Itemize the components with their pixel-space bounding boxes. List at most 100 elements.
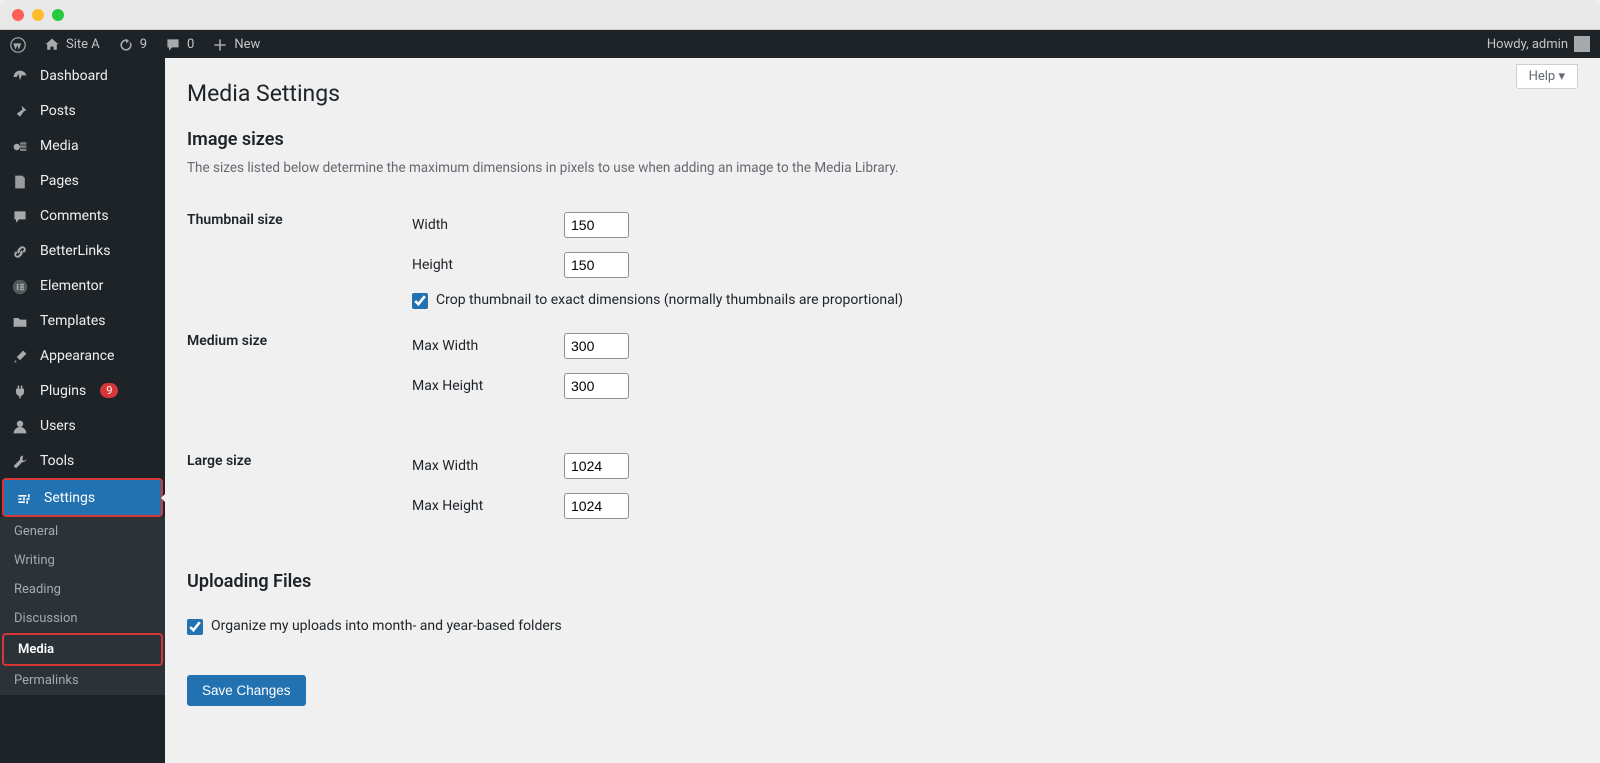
input-large-height[interactable] (564, 493, 629, 519)
group-label-thumbnail: Thumbnail size (187, 202, 412, 323)
admin-sidebar: Dashboard Posts Media Pages Comments (0, 58, 165, 763)
avatar-icon (1574, 36, 1590, 52)
input-thumb-height[interactable] (564, 252, 629, 278)
sidebar-item-posts[interactable]: Posts (0, 93, 165, 128)
input-thumb-width[interactable] (564, 212, 629, 238)
label-medium-height: Max Height (412, 378, 564, 394)
sidebar-label-appearance: Appearance (40, 348, 114, 364)
sidebar-item-elementor[interactable]: Elementor (0, 268, 165, 303)
comments-count: 0 (187, 37, 194, 52)
new-content-link[interactable]: New (212, 35, 260, 53)
link-icon (10, 241, 30, 260)
refresh-icon (118, 35, 134, 53)
image-sizes-description: The sizes listed below determine the max… (187, 160, 1578, 176)
section-image-sizes: Image sizes (187, 129, 1578, 150)
plugins-update-badge: 9 (100, 383, 118, 398)
plug-icon (10, 381, 30, 400)
brush-icon (10, 346, 30, 365)
new-label: New (234, 37, 260, 52)
submenu-item-discussion[interactable]: Discussion (0, 604, 165, 633)
label-crop-thumbnail: Crop thumbnail to exact dimensions (norm… (436, 292, 903, 308)
sidebar-label-media: Media (40, 138, 79, 154)
traffic-close-icon[interactable] (12, 9, 24, 21)
section-uploading-files: Uploading Files (187, 571, 1578, 592)
sidebar-item-media[interactable]: Media (0, 128, 165, 163)
sidebar-item-comments[interactable]: Comments (0, 198, 165, 233)
sidebar-label-users: Users (40, 418, 76, 434)
updates-link[interactable]: 9 (118, 35, 147, 53)
wordpress-icon (10, 35, 26, 53)
home-icon (44, 35, 60, 53)
user-icon (10, 416, 30, 435)
submenu-item-reading[interactable]: Reading (0, 575, 165, 604)
sidebar-label-comments: Comments (40, 208, 109, 224)
checkbox-organize-uploads[interactable] (187, 619, 203, 635)
sidebar-item-templates[interactable]: Templates (0, 303, 165, 338)
chevron-down-icon: ▾ (1558, 69, 1565, 84)
label-thumb-width: Width (412, 217, 564, 233)
help-tab[interactable]: Help ▾ (1516, 64, 1578, 89)
howdy-label: Howdy, admin (1487, 37, 1568, 52)
input-large-width[interactable] (564, 453, 629, 479)
pushpin-icon (10, 101, 30, 120)
label-organize-uploads: Organize my uploads into month- and year… (211, 618, 562, 634)
comment-icon (165, 35, 181, 53)
label-large-width: Max Width (412, 458, 564, 474)
sidebar-item-pages[interactable]: Pages (0, 163, 165, 198)
sidebar-item-appearance[interactable]: Appearance (0, 338, 165, 373)
submenu-item-general[interactable]: General (0, 517, 165, 546)
help-label: Help (1529, 69, 1556, 84)
input-medium-width[interactable] (564, 333, 629, 359)
checkbox-crop-thumbnail[interactable] (412, 293, 428, 309)
sidebar-item-tools[interactable]: Tools (0, 443, 165, 478)
sidebar-label-dashboard: Dashboard (40, 68, 108, 84)
sidebar-label-betterlinks: BetterLinks (40, 243, 110, 259)
window-chrome (0, 0, 1600, 30)
sidebar-label-settings: Settings (44, 490, 95, 506)
submenu-item-permalinks[interactable]: Permalinks (0, 666, 165, 695)
sidebar-label-templates: Templates (40, 313, 106, 329)
elementor-icon (10, 276, 30, 295)
wp-admin-bar: Site A 9 0 New Howdy, admin (0, 30, 1600, 58)
checkbox-row-crop[interactable]: Crop thumbnail to exact dimensions (norm… (412, 292, 903, 309)
sidebar-label-pages: Pages (40, 173, 79, 189)
wp-logo[interactable] (10, 35, 26, 53)
page-title: Media Settings (187, 80, 1578, 107)
submenu-item-media[interactable]: Media (4, 635, 161, 664)
sidebar-item-dashboard[interactable]: Dashboard (0, 58, 165, 93)
sidebar-label-tools: Tools (40, 453, 74, 469)
dashboard-icon (10, 66, 30, 85)
group-label-medium: Medium size (187, 323, 412, 423)
sidebar-label-posts: Posts (40, 103, 76, 119)
label-thumb-height: Height (412, 257, 564, 273)
comment-icon (10, 206, 30, 225)
traffic-maximize-icon[interactable] (52, 9, 64, 21)
sidebar-item-betterlinks[interactable]: BetterLinks (0, 233, 165, 268)
sliders-icon (14, 488, 34, 507)
media-icon (10, 136, 30, 155)
site-name-label: Site A (66, 37, 100, 52)
sidebar-label-elementor: Elementor (40, 278, 103, 294)
account-link[interactable]: Howdy, admin (1487, 36, 1590, 52)
wrench-icon (10, 451, 30, 470)
sidebar-item-users[interactable]: Users (0, 408, 165, 443)
checkbox-row-organize[interactable]: Organize my uploads into month- and year… (187, 618, 562, 635)
comments-link[interactable]: 0 (165, 35, 194, 53)
main-content: Help ▾ Media Settings Image sizes The si… (165, 58, 1600, 763)
label-large-height: Max Height (412, 498, 564, 514)
sidebar-item-settings[interactable]: Settings (4, 480, 161, 515)
label-medium-width: Max Width (412, 338, 564, 354)
folder-icon (10, 311, 30, 330)
plus-icon (212, 35, 228, 53)
save-changes-button[interactable]: Save Changes (187, 675, 306, 706)
site-home-link[interactable]: Site A (44, 35, 100, 53)
submenu-item-writing[interactable]: Writing (0, 546, 165, 575)
updates-count: 9 (140, 37, 147, 52)
traffic-minimize-icon[interactable] (32, 9, 44, 21)
sidebar-label-plugins: Plugins (40, 383, 86, 399)
input-medium-height[interactable] (564, 373, 629, 399)
sidebar-item-plugins[interactable]: Plugins 9 (0, 373, 165, 408)
group-label-large: Large size (187, 443, 412, 543)
page-icon (10, 171, 30, 190)
settings-submenu: General Writing Reading Discussion Media… (0, 517, 165, 695)
